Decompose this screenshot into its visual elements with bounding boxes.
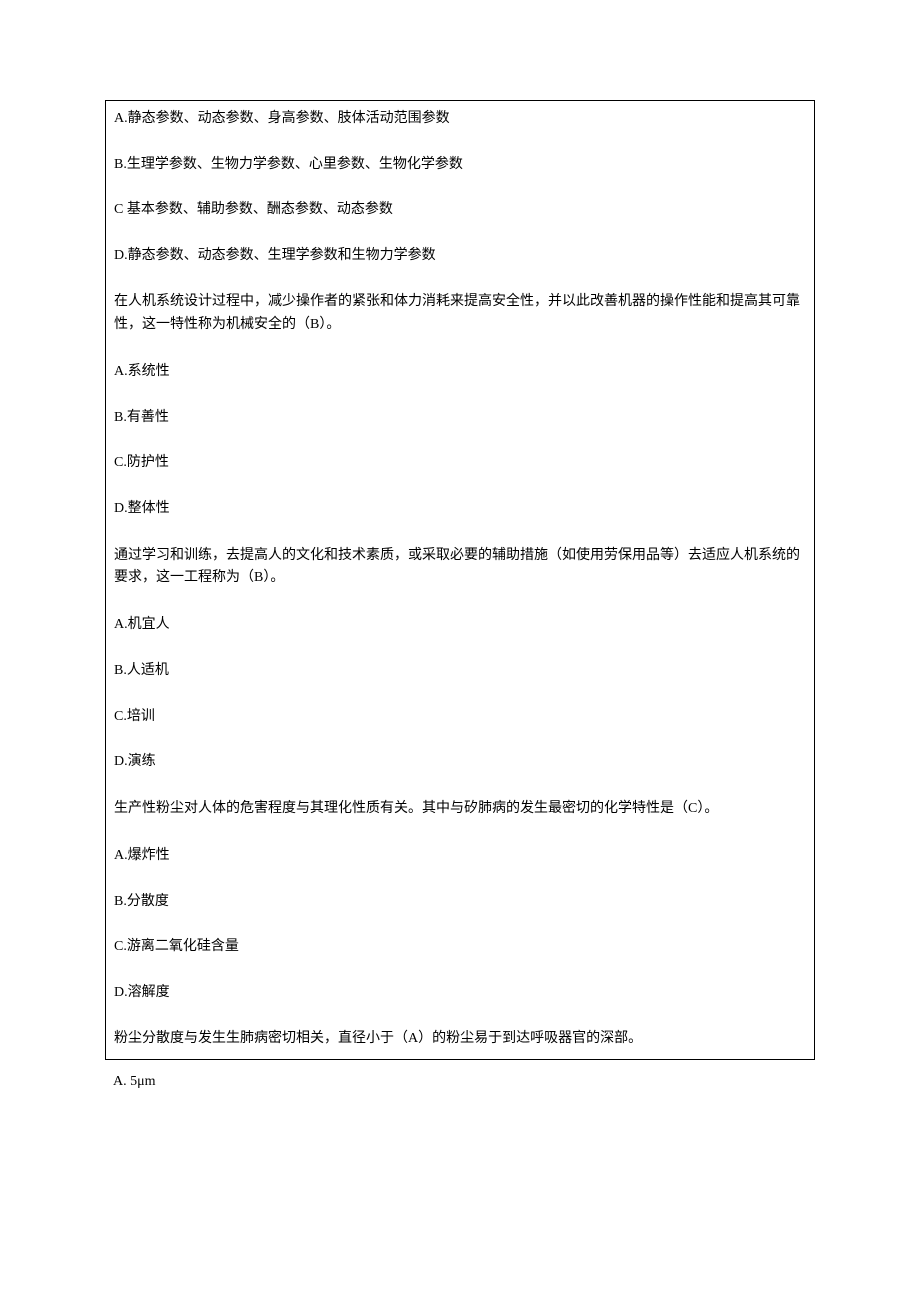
q3-option-b: B.人适机	[114, 653, 806, 699]
q4-stem: 生产性粉尘对人体的危害程度与其理化性质有关。其中与矽肺病的发生最密切的化学特性是…	[114, 790, 806, 838]
q3-option-a: A.机宜人	[114, 607, 806, 653]
q5-option-a: A. 5μm	[105, 1060, 815, 1092]
q4-option-b: B.分散度	[114, 884, 806, 930]
q1-option-c: C 基本参数、辅助参数、酬态参数、动态参数	[114, 192, 806, 238]
content-box: A.静态参数、动态参数、身高参数、肢体活动范围参数 B.生理学参数、生物力学参数…	[105, 100, 815, 1060]
q3-option-c: C.培训	[114, 699, 806, 745]
q2-option-a: A.系统性	[114, 354, 806, 400]
q2-option-c: C.防护性	[114, 445, 806, 491]
q3-option-d: D.演练	[114, 744, 806, 790]
q1-option-d: D.静态参数、动态参数、生理学参数和生物力学参数	[114, 238, 806, 284]
q2-option-d: D.整体性	[114, 491, 806, 537]
q1-option-b: B.生理学参数、生物力学参数、心里参数、生物化学参数	[114, 147, 806, 193]
q3-stem: 通过学习和训练，去提高人的文化和技术素质，或采取必要的辅助措施（如使用劳保用品等…	[114, 537, 806, 608]
q4-option-d: D.溶解度	[114, 975, 806, 1021]
q4-option-c: C.游离二氧化硅含量	[114, 929, 806, 975]
document-page: A.静态参数、动态参数、身高参数、肢体活动范围参数 B.生理学参数、生物力学参数…	[0, 0, 920, 1131]
q1-option-a: A.静态参数、动态参数、身高参数、肢体活动范围参数	[114, 101, 806, 147]
q2-stem: 在人机系统设计过程中，减少操作者的紧张和体力消耗来提高安全性，并以此改善机器的操…	[114, 283, 806, 354]
q4-option-a: A.爆炸性	[114, 838, 806, 884]
q2-option-b: B.有善性	[114, 400, 806, 446]
q5-stem: 粉尘分散度与发生生肺病密切相关，直径小于（A）的粉尘易于到达呼吸器官的深部。	[114, 1020, 806, 1058]
